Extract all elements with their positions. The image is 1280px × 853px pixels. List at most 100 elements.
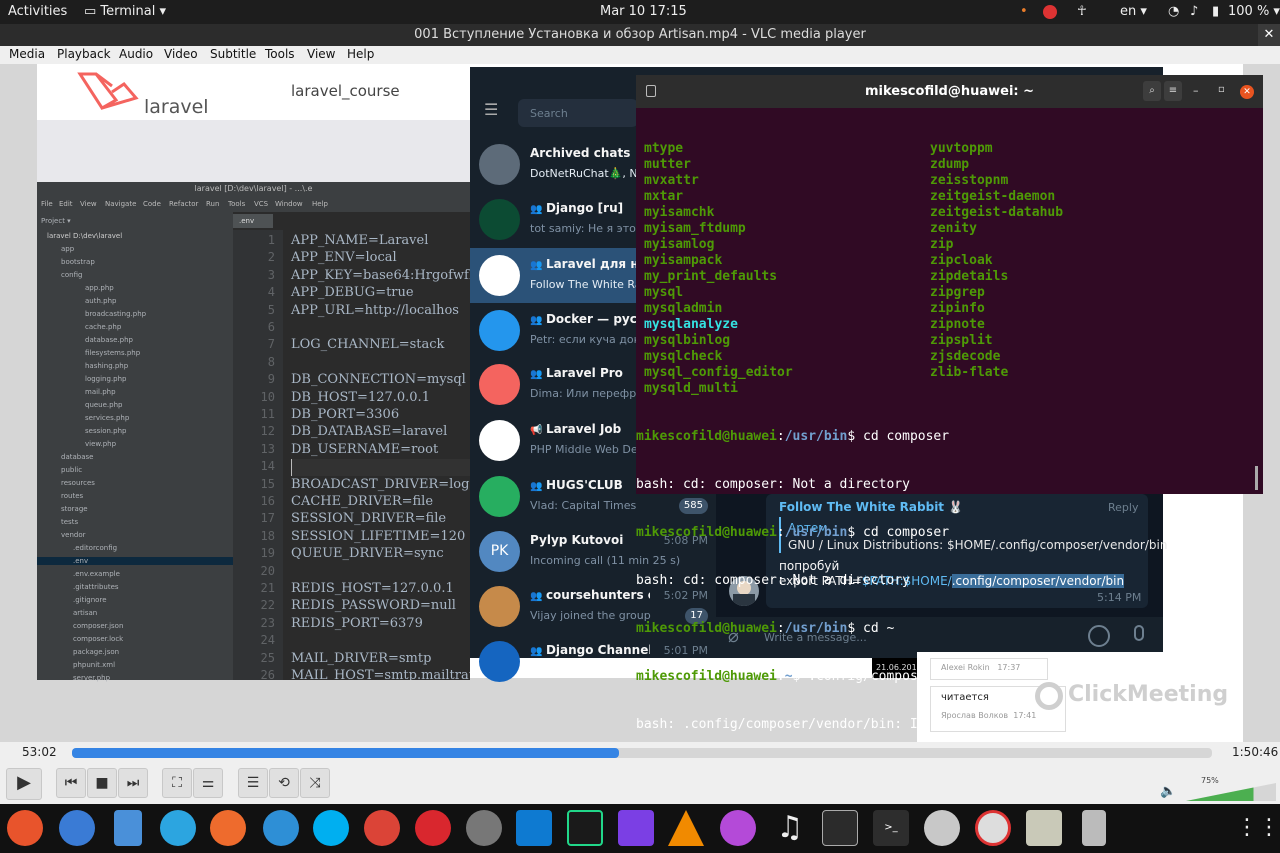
hamburger-menu-icon[interactable]: ☰ xyxy=(484,102,502,118)
next-button[interactable]: ⏭ xyxy=(118,768,148,798)
ide-menu-file[interactable]: File xyxy=(41,200,53,208)
tree-item[interactable]: storage xyxy=(61,505,88,513)
tree-item[interactable]: logging.php xyxy=(85,375,127,383)
tree-item[interactable]: artisan xyxy=(73,609,97,617)
terminal-minimize-icon[interactable]: – xyxy=(1193,84,1199,97)
ide-menu-vcs[interactable]: VCS xyxy=(254,200,268,208)
menu-tools[interactable]: Tools xyxy=(265,47,295,61)
tree-item[interactable]: vendor xyxy=(61,531,86,539)
terminal-menu-icon[interactable]: ≡ xyxy=(1164,81,1182,101)
telegram-search-input[interactable]: Search xyxy=(518,99,638,127)
tree-item[interactable]: config xyxy=(61,271,82,279)
tree-item[interactable]: server.php xyxy=(73,674,110,682)
tree-item[interactable]: .editorconfig xyxy=(73,544,117,552)
tree-item[interactable]: broadcasting.php xyxy=(85,310,146,318)
files-icon[interactable] xyxy=(114,810,142,846)
previous-button[interactable]: ⏮ xyxy=(56,768,86,798)
volume-slider[interactable] xyxy=(1186,783,1276,801)
system-monitor-icon[interactable] xyxy=(822,810,858,846)
tree-item[interactable]: database xyxy=(61,453,93,461)
menu-video[interactable]: Video xyxy=(164,47,198,61)
ide-menu-navigate[interactable]: Navigate xyxy=(105,200,136,208)
playlist-button[interactable]: ☰ xyxy=(238,768,268,798)
wifi-icon[interactable]: ◔ xyxy=(1168,4,1179,19)
kdenlive-icon[interactable] xyxy=(720,810,756,846)
menu-help[interactable]: Help xyxy=(347,47,374,61)
ide-menu-edit[interactable]: Edit xyxy=(59,200,73,208)
fullscreen-button[interactable]: ⛶ xyxy=(162,768,192,798)
vscode-icon[interactable] xyxy=(516,810,552,846)
tree-item[interactable]: composer.json xyxy=(73,622,123,630)
skype-icon[interactable] xyxy=(313,810,349,846)
volume-speaker-icon[interactable]: 🔈 xyxy=(1160,784,1176,799)
tree-item[interactable]: app xyxy=(61,245,74,253)
simplenote-icon[interactable] xyxy=(263,810,299,846)
terminal-search-icon[interactable]: ⌕ xyxy=(1143,81,1161,101)
usb-drive-icon[interactable] xyxy=(1082,810,1106,846)
tree-item[interactable]: database.php xyxy=(85,336,133,344)
search-magnifier-icon[interactable] xyxy=(924,810,960,846)
ide-menu-window[interactable]: Window xyxy=(275,200,303,208)
thunderbird-icon[interactable] xyxy=(59,810,95,846)
firefox-icon[interactable] xyxy=(7,810,43,846)
show-apps-icon[interactable]: ⋮⋮⋮ xyxy=(1236,810,1280,846)
ide-tab-env[interactable]: .env xyxy=(233,214,273,228)
tree-item[interactable]: services.php xyxy=(85,414,129,422)
tree-item[interactable]: bootstrap xyxy=(61,258,95,266)
tree-item[interactable]: session.php xyxy=(85,427,126,435)
accessibility-icon[interactable]: ☥ xyxy=(1077,4,1087,19)
tree-item[interactable]: .gitattributes xyxy=(73,583,119,591)
tree-item[interactable]: routes xyxy=(61,492,83,500)
tree-item[interactable]: hashing.php xyxy=(85,362,128,370)
tree-item[interactable]: cache.php xyxy=(85,323,121,331)
vlc-close-icon[interactable]: ✕ xyxy=(1258,24,1280,46)
telegram-icon[interactable] xyxy=(160,810,196,846)
menu-playback[interactable]: Playback xyxy=(57,47,111,61)
clock[interactable]: Mar 10 17:15 xyxy=(600,4,687,19)
tree-item[interactable]: .env xyxy=(37,557,233,565)
ide-menu-code[interactable]: Code xyxy=(143,200,161,208)
menu-view[interactable]: View xyxy=(307,47,335,61)
phpstorm-icon[interactable] xyxy=(618,810,654,846)
ide-menu-view[interactable]: View xyxy=(80,200,97,208)
postman-icon[interactable] xyxy=(210,810,246,846)
terminal-dock-icon[interactable]: >_ xyxy=(873,810,909,846)
stop-button[interactable]: ■ xyxy=(87,768,117,798)
extended-settings-button[interactable]: ⚌ xyxy=(193,768,223,798)
shuffle-button[interactable]: ⤨ xyxy=(300,768,330,798)
tree-item[interactable]: app.php xyxy=(85,284,114,292)
tree-item[interactable]: resources xyxy=(61,479,95,487)
activities-button[interactable]: Activities xyxy=(8,4,67,19)
terminal-maximize-icon[interactable]: ▫ xyxy=(1218,84,1225,95)
ide-menu-refactor[interactable]: Refactor xyxy=(169,200,198,208)
vlc-icon[interactable] xyxy=(668,810,704,846)
tree-item[interactable]: package.json xyxy=(73,648,119,656)
help-icon[interactable] xyxy=(975,810,1011,846)
ide-code-editor[interactable]: APP_NAME=Laravel APP_ENV=local APP_KEY=bas… xyxy=(283,230,470,680)
language-menu[interactable]: en ▾ xyxy=(1120,4,1147,19)
menu-audio[interactable]: Audio xyxy=(119,47,153,61)
pycharm-icon[interactable] xyxy=(567,810,603,846)
loop-button[interactable]: ⟲ xyxy=(269,768,299,798)
terminal-output[interactable]: mtype mutter mvxattr mxtar myisamchk myisam_f… xyxy=(636,109,1259,780)
terminal-close-icon[interactable]: ✕ xyxy=(1240,85,1254,99)
tree-item[interactable]: phpunit.xml xyxy=(73,661,115,669)
menu-media[interactable]: Media xyxy=(9,47,45,61)
tree-item[interactable]: .env.example xyxy=(73,570,120,578)
record-icon[interactable] xyxy=(1043,5,1057,19)
menu-subtitle[interactable]: Subtitle xyxy=(210,47,256,61)
tree-item[interactable]: auth.php xyxy=(85,297,116,305)
ide-menu-run[interactable]: Run xyxy=(206,200,219,208)
tree-item[interactable]: queue.php xyxy=(85,401,122,409)
battery-icon[interactable]: ▮ xyxy=(1212,4,1219,19)
battery-label[interactable]: 100 % ▾ xyxy=(1228,4,1280,19)
tree-item[interactable]: filesystems.php xyxy=(85,349,140,357)
project-selector[interactable]: Project ▾ xyxy=(41,217,71,225)
app-menu[interactable]: ▭ Terminal ▾ xyxy=(84,4,166,19)
ide-menu-tools[interactable]: Tools xyxy=(228,200,245,208)
text-editor-icon[interactable] xyxy=(1026,810,1062,846)
tree-item[interactable]: .gitignore xyxy=(73,596,107,604)
tree-item[interactable]: tests xyxy=(61,518,78,526)
tree-item[interactable]: view.php xyxy=(85,440,116,448)
volume-icon[interactable]: ♪ xyxy=(1190,4,1198,19)
